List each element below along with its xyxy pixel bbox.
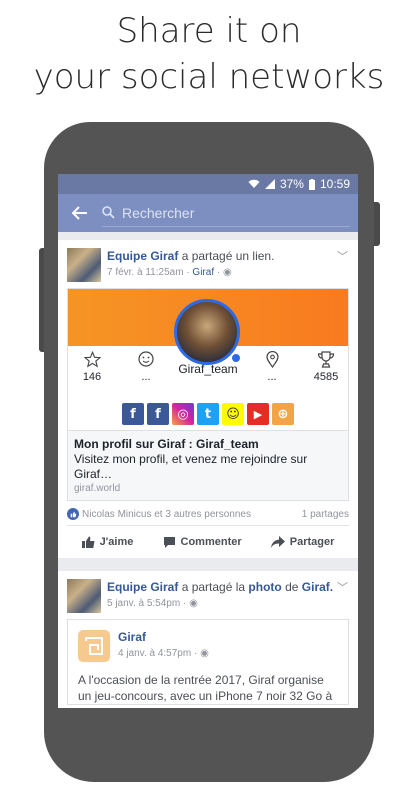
stat-location: ... [252, 350, 292, 383]
app-bar: Rechercher [58, 194, 358, 232]
link-domain: giraf.world [74, 483, 121, 494]
comment-icon [163, 537, 175, 548]
share-button[interactable]: Partager [270, 536, 335, 548]
link-preview[interactable]: Mon profil sur Giraf : Giraf_team Visite… [68, 430, 348, 500]
stat-value: ... [267, 371, 277, 383]
shared-link-card[interactable]: 146 ... Giraf_team ... 4585 f f ◎ t ☺ ▶ … [67, 288, 349, 501]
search-icon [102, 206, 115, 219]
like-label: J'aime [99, 536, 134, 548]
battery-percent: 37% [279, 177, 304, 191]
post-meta: Equipe Giraf a partagé un lien. 7 févr. … [107, 249, 275, 278]
shares-count[interactable]: 1 partages [302, 509, 349, 520]
post-header: Equipe Giraf a partagé un lien. 7 févr. … [58, 240, 358, 288]
link-title: Mon profil sur Giraf : Giraf_team [74, 437, 259, 451]
author-name[interactable]: Equipe Giraf [107, 249, 178, 263]
snapchat-icon[interactable]: ☺ [222, 403, 244, 425]
quoted-page-name[interactable]: Giraf [118, 630, 209, 644]
like-reaction-icon [67, 508, 79, 520]
comment-label: Commenter [180, 536, 242, 548]
trophy-icon [317, 350, 335, 368]
author-avatar[interactable] [67, 579, 101, 613]
stat-star: 146 [72, 350, 112, 383]
feed-post: Equipe Giraf a partagé un lien. 7 févr. … [58, 240, 358, 558]
phone-screen: 37% 10:59 Rechercher Equipe Giraf a part… [58, 174, 358, 708]
photo-link[interactable]: photo [248, 580, 281, 594]
target-link[interactable]: Giraf. [302, 580, 333, 594]
wifi-icon [248, 179, 260, 188]
quoted-text: A l'occasion de la rentrée 2017, Giraf o… [78, 673, 333, 703]
group-link[interactable]: Giraf [192, 267, 214, 278]
quoted-date[interactable]: 4 janv. à 4:57pm [118, 648, 191, 659]
arrow-left-icon [72, 206, 87, 220]
search-input[interactable]: Rechercher [102, 200, 350, 227]
facebook-icon[interactable]: f [122, 403, 144, 425]
phone-power-button [373, 202, 380, 246]
link-description: Visitez mon profil, et venez me rejoindr… [74, 452, 308, 481]
status-bar: 37% 10:59 [58, 174, 358, 194]
feed-post: Equipe Giraf a partagé la photo de Giraf… [58, 571, 358, 708]
post-date[interactable]: 7 févr. à 11:25am [107, 267, 184, 278]
profile-stats: 146 ... Giraf_team ... 4585 [68, 346, 348, 398]
globe-icon: ◉ [189, 598, 198, 609]
headline-line-1: Share it on [116, 11, 302, 51]
facebook-icon[interactable]: f [147, 403, 169, 425]
smiley-icon [138, 351, 154, 367]
twitter-icon[interactable]: t [197, 403, 219, 425]
globe-icon: ◉ [222, 267, 232, 278]
stat-trophy: 4585 [306, 350, 346, 383]
share-arrow-icon [270, 536, 285, 548]
likes-count[interactable]: Nicolas Minicus et 3 autres personnes [82, 509, 251, 520]
post-meta: Equipe Giraf a partagé la photo de Giraf… [107, 580, 334, 609]
battery-icon [308, 178, 315, 190]
location-icon [265, 350, 279, 368]
instagram-icon[interactable]: ◎ [172, 403, 194, 425]
like-button[interactable]: J'aime [81, 536, 134, 548]
post-header: Equipe Giraf a partagé la photo de Giraf… [58, 571, 358, 619]
back-button[interactable] [58, 194, 102, 232]
author-avatar[interactable] [67, 248, 101, 282]
web-icon[interactable]: ⊕ [272, 403, 294, 425]
chevron-down-icon[interactable]: ﹀ [337, 248, 348, 264]
author-name[interactable]: Equipe Giraf [107, 580, 178, 594]
search-placeholder: Rechercher [122, 204, 195, 221]
headline: Share it on your social networks [0, 8, 418, 100]
thumbs-up-icon [81, 536, 95, 548]
share-label: Partager [289, 536, 335, 548]
clock: 10:59 [319, 177, 350, 191]
feed-divider [58, 558, 358, 571]
post-actions: J'aime Commenter Partager [67, 525, 349, 558]
post-date[interactable]: 5 janv. à 5:54pm [107, 598, 180, 609]
post-action-text: a partagé la [181, 580, 246, 594]
reactions-bar: Nicolas Minicus et 3 autres personnes 1 … [58, 501, 358, 525]
globe-icon: ◉ [200, 648, 209, 659]
social-icons-row: f f ◎ t ☺ ▶ ⊕ [68, 398, 348, 430]
giraf-logo-icon [78, 630, 110, 662]
stat-value: 4585 [313, 371, 339, 383]
comment-button[interactable]: Commenter [163, 536, 242, 548]
profile-username: Giraf_team [178, 362, 238, 376]
chevron-down-icon[interactable]: ﹀ [337, 579, 348, 595]
headline-line-2: your social networks [33, 57, 385, 97]
post-action-text: a partagé un lien. [181, 249, 275, 263]
stat-value: 146 [82, 371, 102, 383]
quoted-header: Giraf 4 janv. à 4:57pm · ◉ [78, 630, 338, 662]
signal-icon [264, 179, 275, 189]
star-icon [83, 350, 101, 367]
post-action-text-2: de [285, 580, 299, 594]
youtube-icon[interactable]: ▶ [247, 403, 269, 425]
quoted-post[interactable]: Giraf 4 janv. à 4:57pm · ◉ A l'occasion … [67, 619, 349, 705]
feed-spacer [58, 232, 358, 240]
